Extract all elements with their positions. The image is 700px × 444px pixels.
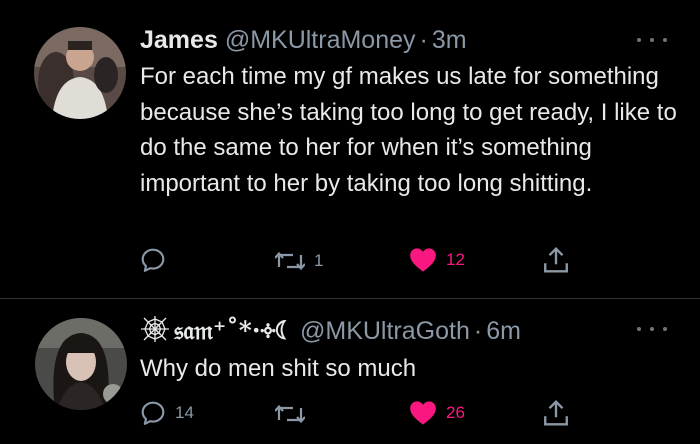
share-button[interactable] <box>543 246 569 274</box>
reply-button[interactable] <box>140 247 175 273</box>
reply-button[interactable]: 14 <box>140 400 194 426</box>
display-name[interactable]: 𝔰𝔞𝔪⁺˚*·༓☾ <box>174 316 293 345</box>
like-button[interactable]: 26 <box>409 400 465 426</box>
share-button[interactable] <box>543 399 569 427</box>
retweet-count: 1 <box>314 251 324 270</box>
share-icon <box>544 400 568 426</box>
retweet-icon <box>275 404 305 424</box>
reply-icon <box>141 248 165 272</box>
user-handle[interactable]: @MKUltraGoth <box>300 317 470 345</box>
like-button[interactable]: 12 <box>409 247 465 273</box>
retweet-icon <box>275 251 305 271</box>
timestamp[interactable]: 6m <box>486 317 521 345</box>
more-options-icon[interactable] <box>637 322 667 336</box>
avatar[interactable] <box>35 318 127 410</box>
like-count: 12 <box>446 250 465 269</box>
retweet-button[interactable] <box>275 402 314 426</box>
avatar-image <box>35 318 127 410</box>
tweet-text: For each time my gf makes us late for so… <box>140 63 677 197</box>
heart-icon <box>410 248 436 272</box>
timestamp[interactable]: 3m <box>432 26 467 54</box>
reply-count: 14 <box>175 403 194 422</box>
avatar[interactable] <box>34 27 126 119</box>
heart-icon <box>410 401 436 425</box>
like-count: 26 <box>446 403 465 422</box>
reply-icon <box>141 401 165 425</box>
separator-dot: · <box>473 317 483 345</box>
avatar-image <box>34 27 126 119</box>
tweet-header: 𝔰𝔞𝔪⁺˚*·༓☾ @MKUltraGoth · 6m <box>140 315 521 350</box>
retweet-button[interactable]: 1 <box>275 249 323 273</box>
tweet[interactable]: James @MKUltraMoney · 3m For each time my … <box>0 0 700 298</box>
spiderweb-icon <box>140 315 170 350</box>
user-handle[interactable]: @MKUltraMoney <box>225 26 416 54</box>
share-icon <box>544 247 568 273</box>
tweet-header: James @MKUltraMoney · 3m <box>140 25 467 55</box>
tweet-text: Why do men shit so much <box>140 355 417 382</box>
display-name[interactable]: James <box>140 26 218 54</box>
more-options-icon[interactable] <box>637 33 667 47</box>
separator-dot: · <box>419 26 428 54</box>
